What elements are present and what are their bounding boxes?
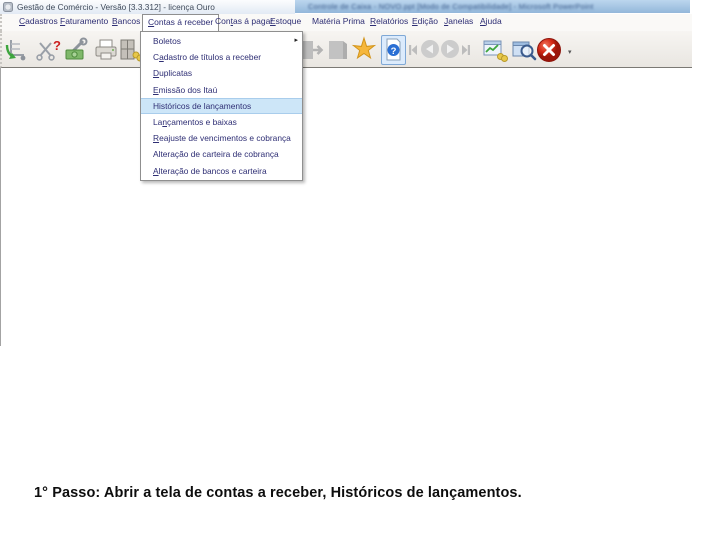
menubar-item-bancos[interactable]: Bancos: [107, 14, 145, 29]
caption-text: 1° Passo: Abrir a tela de contas a receb…: [34, 485, 522, 501]
nav-first-icon[interactable]: [408, 37, 418, 63]
menubar-item-materia-prima[interactable]: Matéria Prima: [307, 14, 370, 29]
menubar-item-janelas[interactable]: Janelas: [439, 14, 478, 29]
menubar-item-faturamento[interactable]: Faturamento: [55, 14, 113, 29]
app-window: Gestão de Comércio - Versão [3.3.312] - …: [0, 0, 692, 346]
menu-item-alteracao-de-carteira-de-cobranca[interactable]: Alteração de carteira de cobrança: [141, 146, 302, 162]
close-icon[interactable]: [536, 37, 562, 63]
nav-last-icon[interactable]: [461, 37, 471, 63]
tools-money-icon[interactable]: [64, 37, 90, 63]
menu-item-boletos[interactable]: Boletos ▸: [141, 33, 302, 49]
menu-item-emissao-dos-itau[interactable]: Emissão dos Itaú: [141, 82, 302, 98]
scissors-help-icon[interactable]: ?: [36, 37, 62, 63]
print-icon[interactable]: [93, 37, 119, 63]
menu-bar: Cadastros Faturamento Bancos Contas á receb…: [0, 14, 692, 32]
contas-a-receber-menu: Boletos ▸ Cadastro de títulos a receber Dup…: [140, 31, 303, 181]
menu-item-reajuste-de-vencimentos-e-cobranca[interactable]: Reajuste de vencimentos e cobrança: [141, 130, 302, 146]
goods-entry-icon[interactable]: [4, 37, 30, 63]
menubar-item-edicao[interactable]: Edição: [407, 14, 443, 29]
menu-item-duplicatas[interactable]: Duplicatas: [141, 65, 302, 81]
nav-previous-icon[interactable]: [420, 39, 440, 59]
help-icon[interactable]: ?: [381, 35, 406, 65]
menu-item-alteracao-de-bancos-e-carteira[interactable]: Alteração de bancos e carteira: [141, 163, 302, 179]
search-icon[interactable]: [511, 37, 537, 63]
app-titlebar: Gestão de Comércio - Versão [3.3.312] - …: [0, 0, 295, 14]
svg-text:?: ?: [391, 46, 397, 57]
door-disabled-icon[interactable]: [324, 37, 350, 63]
finance-icon[interactable]: [482, 37, 508, 63]
nav-next-icon[interactable]: [440, 39, 460, 59]
overflow-icon[interactable]: ▾: [568, 48, 572, 56]
menubar-item-ajuda[interactable]: Ajuda: [475, 14, 507, 29]
app-title: Gestão de Comércio - Versão [3.3.312] - …: [17, 2, 215, 12]
menu-item-lancamentos-e-baixas[interactable]: Lançamentos e baixas: [141, 114, 302, 130]
client-area: [0, 68, 691, 346]
menubar-item-contas-a-receber[interactable]: Contas á receber: [142, 14, 220, 32]
app-icon: [3, 2, 13, 12]
menu-item-historicos-de-lancamentos[interactable]: Históricos de lançamentos: [141, 97, 302, 114]
menubar-item-estoque[interactable]: Estoque: [265, 14, 306, 29]
submenu-arrow-icon: ▸: [294, 37, 298, 44]
menu-item-cadastro-de-titulos-a-receber[interactable]: Cadastro de títulos a receber: [141, 49, 302, 65]
svg-text:?: ?: [53, 38, 61, 53]
slide: Controle de Caixa - NOVO.ppt [Modo de Co…: [0, 0, 720, 540]
favorites-star-icon[interactable]: [351, 36, 377, 62]
